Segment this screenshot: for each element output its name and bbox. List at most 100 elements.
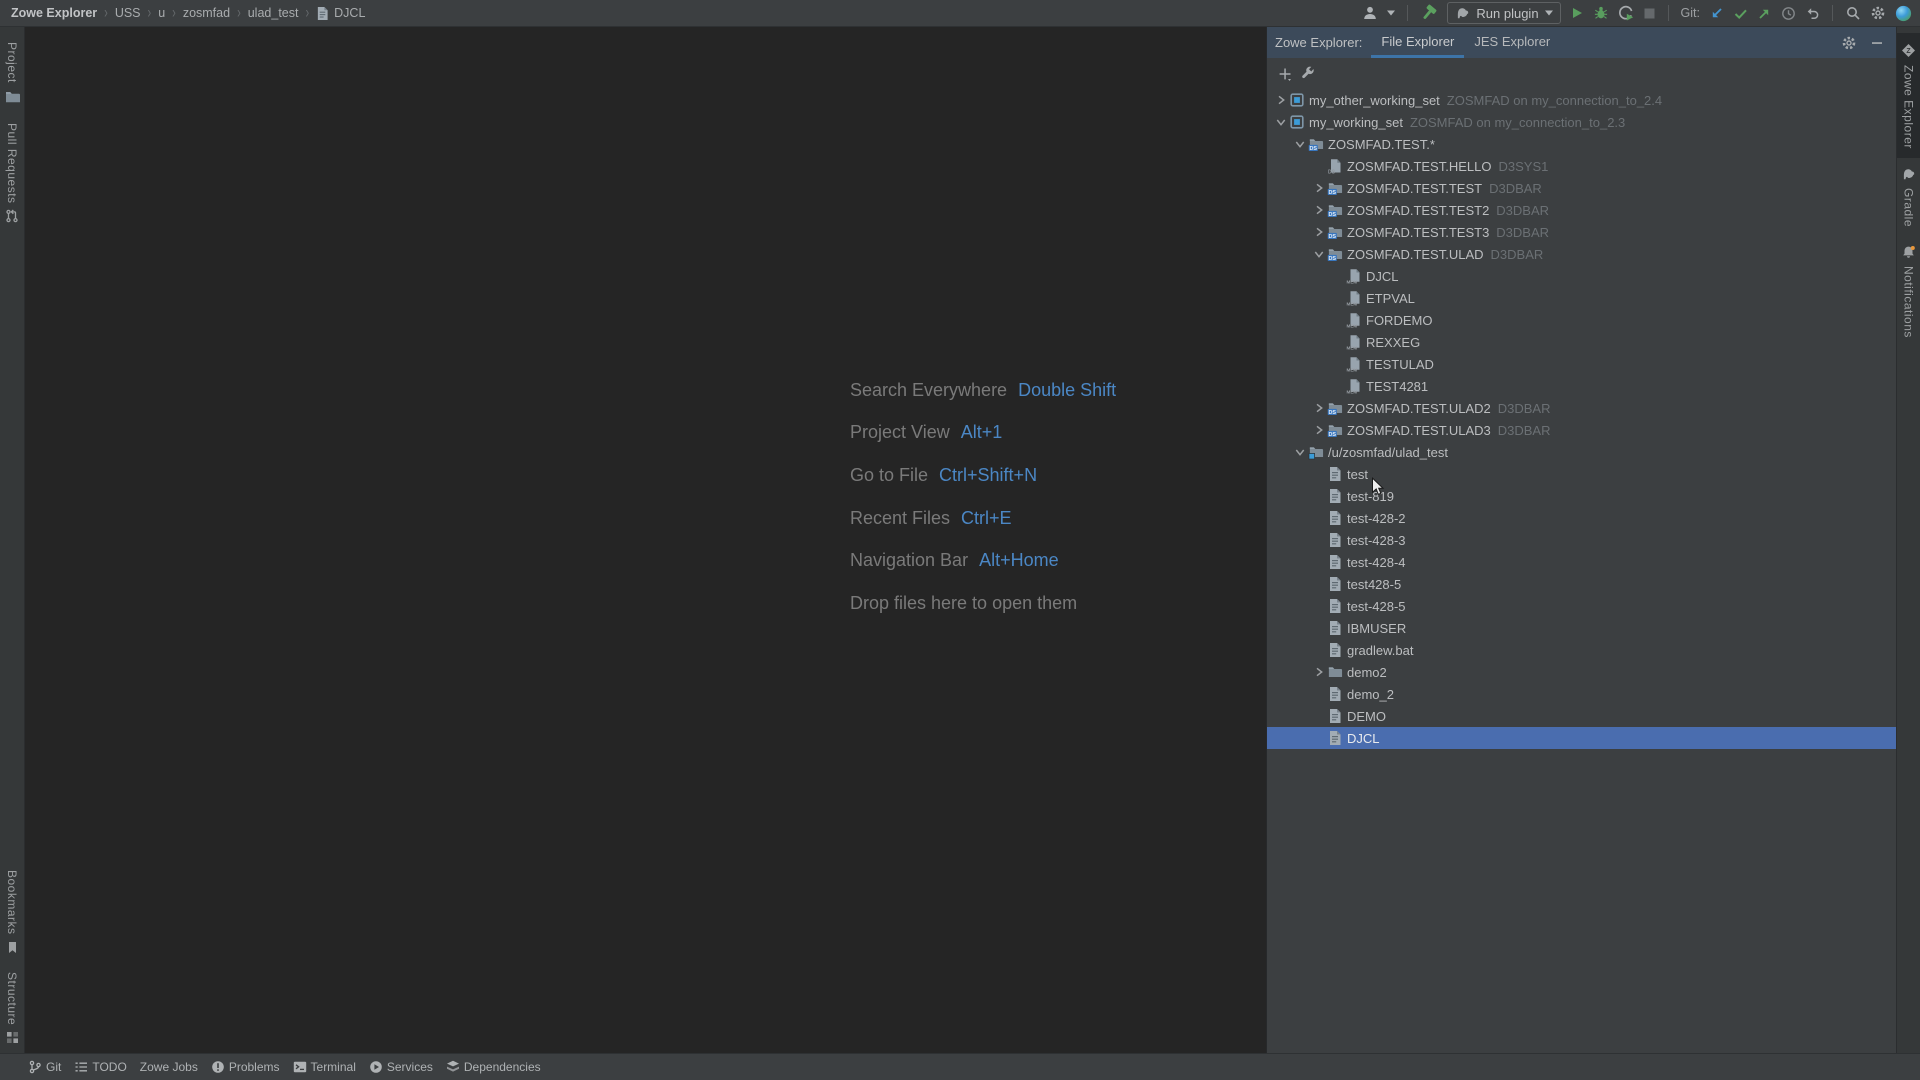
- chevron-right-icon[interactable]: [1272, 95, 1289, 105]
- main-toolbar: Run pluginGit:: [1362, 2, 1912, 24]
- tree-row-zosmfad-test-test[interactable]: DSZOSMFAD.TEST.TESTD3DBAR: [1267, 177, 1896, 199]
- statusbar-item-terminal[interactable]: Terminal: [293, 1060, 356, 1074]
- tree-row-zosmfad-test-ulad[interactable]: DSZOSMFAD.TEST.ULADD3DBAR: [1267, 243, 1896, 265]
- tree-row-demo[interactable]: DEMO: [1267, 705, 1896, 727]
- stripe-button-pull-requests[interactable]: Pull Requests: [0, 114, 24, 233]
- statusbar-item-git[interactable]: Git: [28, 1060, 61, 1074]
- tool-window-options-button[interactable]: [1841, 35, 1857, 51]
- tree-row--u-zosmfad-ulad-test[interactable]: /u/zosmfad/ulad_test: [1267, 441, 1896, 463]
- tree-row-test-819[interactable]: test-819: [1267, 485, 1896, 507]
- tree-row-zosmfad-test-ulad3[interactable]: DSZOSMFAD.TEST.ULAD3D3DBAR: [1267, 419, 1896, 441]
- stripe-button-project[interactable]: Project: [0, 33, 24, 114]
- tree-row-ibmuser[interactable]: IBMUSER: [1267, 617, 1896, 639]
- bookmark-icon: [6, 941, 19, 954]
- tab-file-explorer[interactable]: File Explorer: [1371, 27, 1464, 58]
- run-configuration-combo[interactable]: Run plugin: [1447, 2, 1560, 24]
- breadcrumb-item[interactable]: DJCL: [334, 6, 365, 20]
- tree-row-test-428-2[interactable]: test-428-2: [1267, 507, 1896, 529]
- chevron-down-icon[interactable]: [1310, 249, 1327, 259]
- breadcrumb-item[interactable]: ulad_test: [248, 6, 299, 20]
- tree-row-etpval[interactable]: MEMETPVAL: [1267, 287, 1896, 309]
- statusbar-item-zowe-jobs[interactable]: Zowe Jobs: [140, 1060, 198, 1074]
- tree-row-gradlew-bat[interactable]: gradlew.bat: [1267, 639, 1896, 661]
- stripe-button-structure[interactable]: Structure: [0, 963, 24, 1053]
- tab-jes-explorer[interactable]: JES Explorer: [1464, 27, 1560, 58]
- run-with-coverage-button[interactable]: [1618, 5, 1634, 21]
- breadcrumb-item[interactable]: USS: [115, 6, 141, 20]
- statusbar-item-label: Dependencies: [464, 1060, 541, 1074]
- stripe-button-label: Structure: [5, 972, 19, 1025]
- tree-row-test[interactable]: test: [1267, 463, 1896, 485]
- breadcrumb-item[interactable]: u: [158, 6, 165, 20]
- tree-row-rexxeg[interactable]: MEMREXXEG: [1267, 331, 1896, 353]
- todo-icon: [74, 1060, 88, 1074]
- tree-row-fordemo[interactable]: MEMFORDEMO: [1267, 309, 1896, 331]
- stripe-button-bookmarks[interactable]: Bookmarks: [0, 861, 24, 963]
- history-icon[interactable]: [1781, 6, 1796, 21]
- stripe-button-label: Bookmarks: [5, 870, 19, 935]
- statusbar-item-label: Services: [387, 1060, 433, 1074]
- rollback-button[interactable]: [1805, 6, 1820, 21]
- chevron-right-icon[interactable]: [1310, 425, 1327, 435]
- chevron-down-icon[interactable]: [1291, 139, 1308, 149]
- debug-button[interactable]: [1593, 5, 1609, 21]
- stop-button[interactable]: [1643, 7, 1656, 20]
- stripe-button-zowe-explorer[interactable]: ZZowe Explorer: [1897, 33, 1920, 158]
- tree-row-zosmfad-test-hello[interactable]: DSZOSMFAD.TEST.HELLOD3SYS1: [1267, 155, 1896, 177]
- chevron-right-icon[interactable]: [1310, 227, 1327, 237]
- uss-file-icon: [1327, 730, 1343, 746]
- tree-row-test4281[interactable]: MEMTEST4281: [1267, 375, 1896, 397]
- hide-tool-window-button[interactable]: [1870, 36, 1884, 50]
- chevron-down-icon[interactable]: [1272, 117, 1289, 127]
- tree-row-test428-5[interactable]: test428-5: [1267, 573, 1896, 595]
- tree-row-testulad[interactable]: MEMTESTULAD: [1267, 353, 1896, 375]
- tree-row-my-working-set[interactable]: my_working_setZOSMFAD on my_connection_t…: [1267, 111, 1896, 133]
- add-button[interactable]: [1277, 66, 1293, 82]
- svg-text:DS: DS: [1328, 190, 1336, 196]
- tree-item-suffix: ZOSMFAD on my_connection_to_2.3: [1410, 115, 1625, 130]
- tree-item-suffix: D3DBAR: [1496, 203, 1549, 218]
- statusbar-item-todo[interactable]: TODO: [74, 1060, 126, 1074]
- tree-row-djcl[interactable]: DJCL: [1267, 727, 1896, 749]
- tree-row-zosmfad-test-[interactable]: DSZOSMFAD.TEST.*: [1267, 133, 1896, 155]
- tree-row-zosmfad-test-test2[interactable]: DSZOSMFAD.TEST.TEST2D3DBAR: [1267, 199, 1896, 221]
- ide-window: Zowe Explorer›USS›u›zosmfad›ulad_test›DJ…: [0, 0, 1920, 1080]
- git-push-button[interactable]: [1757, 6, 1772, 21]
- settings-button[interactable]: [1870, 5, 1886, 21]
- user-icon[interactable]: [1362, 5, 1378, 21]
- tree-row-djcl[interactable]: MEMDJCL: [1267, 265, 1896, 287]
- stripe-button-label: Project: [5, 42, 19, 83]
- statusbar-item-services[interactable]: Services: [369, 1060, 433, 1074]
- chevron-right-icon[interactable]: [1310, 403, 1327, 413]
- tree-row-zosmfad-test-ulad2[interactable]: DSZOSMFAD.TEST.ULAD2D3DBAR: [1267, 397, 1896, 419]
- search-everywhere-button[interactable]: [1845, 5, 1861, 21]
- statusbar-item-problems[interactable]: Problems: [211, 1060, 280, 1074]
- code-with-me-icon[interactable]: [1895, 5, 1912, 22]
- uss-file-icon: [1327, 576, 1343, 592]
- tree-row-my-other-working-set[interactable]: my_other_working_setZOSMFAD on my_connec…: [1267, 89, 1896, 111]
- chevron-down-icon[interactable]: [1291, 447, 1308, 457]
- tree-row-test-428-4[interactable]: test-428-4: [1267, 551, 1896, 573]
- tree-row-demo-2[interactable]: demo_2: [1267, 683, 1896, 705]
- run-button[interactable]: [1570, 6, 1584, 20]
- git-commit-button[interactable]: [1733, 6, 1748, 21]
- breadcrumb-item[interactable]: Zowe Explorer: [11, 6, 97, 20]
- svg-text:MEM: MEM: [1347, 390, 1358, 395]
- chevron-right-icon[interactable]: [1310, 205, 1327, 215]
- breadcrumb-item[interactable]: zosmfad: [183, 6, 230, 20]
- statusbar-item-dependencies[interactable]: Dependencies: [446, 1060, 541, 1074]
- tree-row-demo2[interactable]: demo2: [1267, 661, 1896, 683]
- build-icon[interactable]: [1420, 4, 1438, 22]
- svg-text:DS: DS: [1328, 256, 1336, 262]
- chevron-right-icon[interactable]: [1310, 667, 1327, 677]
- stripe-button-notifications[interactable]: Notifications: [1897, 236, 1920, 347]
- user-dropdown-caret[interactable]: [1387, 10, 1395, 16]
- git-update-button[interactable]: [1709, 6, 1724, 21]
- chevron-right-icon[interactable]: [1310, 183, 1327, 193]
- stripe-button-gradle[interactable]: Gradle: [1897, 158, 1920, 236]
- settings-wrench-button[interactable]: [1300, 66, 1316, 82]
- tree-row-zosmfad-test-test3[interactable]: DSZOSMFAD.TEST.TEST3D3DBAR: [1267, 221, 1896, 243]
- stripe-button-label: Pull Requests: [5, 123, 19, 204]
- tree-row-test-428-3[interactable]: test-428-3: [1267, 529, 1896, 551]
- tree-row-test-428-5[interactable]: test-428-5: [1267, 595, 1896, 617]
